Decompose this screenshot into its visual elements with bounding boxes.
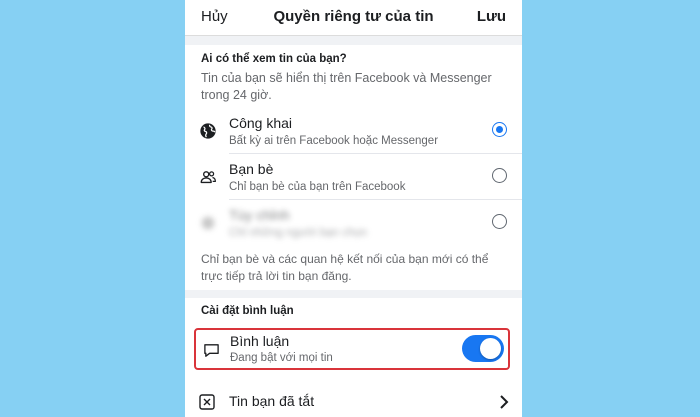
option-subtitle: Chỉ những người bạn chọn xyxy=(229,227,368,239)
option-title: Công khai xyxy=(229,115,293,131)
comments-title: Bình luận xyxy=(230,333,290,349)
audience-option-public[interactable]: Công khai Bất kỳ ai trên Facebook hoặc M… xyxy=(185,108,522,154)
audience-heading: Ai có thể xem tin của bạn? xyxy=(201,53,347,65)
option-title: Tùy chỉnh xyxy=(229,207,290,223)
audience-option-custom[interactable]: Tùy chỉnh Chỉ những người bạn chọn xyxy=(185,200,522,246)
radio-button-selected[interactable] xyxy=(492,122,507,137)
muted-stories-row[interactable]: Tin bạn đã tắt xyxy=(185,382,522,417)
option-subtitle: Bất kỳ ai trên Facebook hoặc Messenger xyxy=(229,135,439,147)
radio-button[interactable] xyxy=(492,214,507,229)
save-button[interactable]: Lưu xyxy=(477,8,506,25)
friends-icon xyxy=(200,171,217,184)
radio-button[interactable] xyxy=(492,168,507,183)
globe-icon xyxy=(200,123,216,139)
comments-setting-row[interactable]: Bình luận Đang bật với mọi tin xyxy=(194,328,510,370)
section-separator xyxy=(185,290,522,298)
option-title: Bạn bè xyxy=(229,161,274,177)
muted-story-icon xyxy=(199,394,215,410)
page-title: Quyền riêng tư của tin xyxy=(273,8,434,25)
audience-footnote: Chỉ bạn bè và các quan hệ kết nối của bạ… xyxy=(201,252,489,283)
chevron-right-icon xyxy=(500,395,509,409)
comments-toggle[interactable] xyxy=(462,335,504,362)
option-subtitle: Chỉ bạn bè của bạn trên Facebook xyxy=(229,181,406,193)
comments-subtitle: Đang bật với mọi tin xyxy=(230,352,333,364)
cancel-button[interactable]: Hủy xyxy=(201,8,228,25)
section-separator xyxy=(185,36,522,45)
gear-icon xyxy=(201,216,215,230)
muted-stories-label: Tin bạn đã tắt xyxy=(229,393,315,409)
audience-option-friends[interactable]: Bạn bè Chỉ bạn bè của bạn trên Facebook xyxy=(185,154,522,200)
comments-heading: Cài đặt bình luận xyxy=(201,305,294,317)
toggle-knob xyxy=(480,338,501,359)
audience-description: Tin của bạn sẽ hiển thị trên Facebook và… xyxy=(201,71,492,102)
comment-icon xyxy=(204,344,219,357)
top-bar: Hủy Quyền riêng tư của tin Lưu xyxy=(185,0,522,36)
